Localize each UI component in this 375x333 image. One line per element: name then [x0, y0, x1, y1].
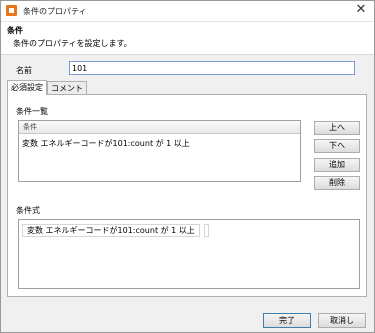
close-icon[interactable]: ✕ [354, 3, 368, 17]
window-title: 条件のプロパティ [23, 7, 87, 16]
expression-token[interactable]: 変数 エネルギーコードが101:count が 1 以上 [22, 224, 200, 237]
name-input[interactable] [69, 61, 355, 75]
move-up-button[interactable]: 上へ [314, 121, 360, 135]
condition-expression-label: 条件式 [16, 206, 40, 215]
condition-list-label: 条件一覧 [16, 107, 48, 116]
cancel-button[interactable]: 取消し [318, 313, 366, 328]
dialog-header: 条件 条件のプロパティを設定します。 [1, 22, 374, 55]
title-bar: 条件のプロパティ ✕ [1, 1, 374, 22]
header-title: 条件 [7, 26, 23, 35]
delete-button[interactable]: 削除 [314, 176, 360, 190]
ok-button[interactable]: 完了 [263, 313, 311, 328]
add-button[interactable]: 追加 [314, 158, 360, 172]
condition-expression-box[interactable]: 変数 エネルギーコードが101:count が 1 以上 [18, 219, 360, 289]
move-down-button[interactable]: 下へ [314, 139, 360, 153]
tab-required-settings[interactable]: 必須設定 [7, 80, 47, 95]
condition-list: 条件 変数 エネルギーコードが101:count が 1 以上 [18, 120, 301, 182]
dialog-window: 条件のプロパティ ✕ 条件 条件のプロパティを設定します。 名前 必須設定 コメ… [0, 0, 375, 333]
name-label: 名前 [16, 66, 32, 75]
header-description: 条件のプロパティを設定します。 [13, 39, 132, 48]
expression-cursor-slot[interactable] [204, 224, 209, 237]
tab-comment[interactable]: コメント [47, 81, 87, 94]
settings-panel: 条件一覧 条件 変数 エネルギーコードが101:count が 1 以上 上へ … [7, 94, 367, 297]
app-icon [6, 5, 17, 16]
condition-list-column-header[interactable]: 条件 [19, 121, 300, 134]
list-item[interactable]: 変数 エネルギーコードが101:count が 1 以上 [19, 138, 300, 150]
